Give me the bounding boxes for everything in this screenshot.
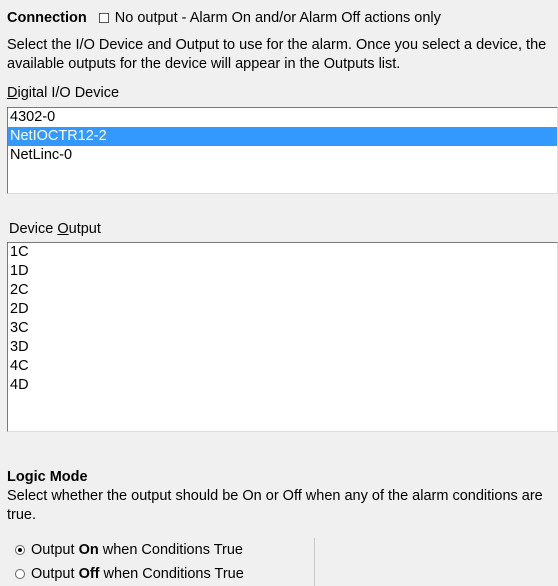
device-list-item[interactable]: NetLinc-0	[8, 146, 557, 165]
output-list-item[interactable]: 2C	[8, 281, 557, 300]
digital-io-device-listbox[interactable]: 4302-0 NetIOCTR12-2 NetLinc-0	[7, 107, 558, 194]
output-list-item[interactable]: 1C	[8, 243, 557, 262]
connection-header-row: Connection No output - Alarm On and/or Al…	[7, 9, 441, 27]
logic-mode-instructions: Select whether the output should be On o…	[7, 488, 543, 523]
device-list-item[interactable]: 4302-0	[8, 108, 557, 127]
output-off-option[interactable]: Output Off when Conditions True	[10, 562, 314, 586]
device-list-item[interactable]: NetIOCTR12-2	[8, 127, 557, 146]
device-output-listbox[interactable]: 1C 1D 2C 2D 3C 3D 4C 4D	[7, 242, 558, 432]
output-list-item[interactable]: 4D	[8, 376, 557, 395]
output-list-item[interactable]: 3C	[8, 319, 557, 338]
no-output-checkbox[interactable]	[98, 13, 109, 23]
device-output-label: Device Output	[9, 221, 101, 237]
connection-heading: Connection	[7, 10, 87, 26]
output-on-option[interactable]: Output On when Conditions True	[10, 538, 314, 562]
no-output-checkbox-label[interactable]: No output - Alarm On and/or Alarm Off ac…	[115, 10, 441, 26]
output-on-radio[interactable]	[15, 545, 25, 555]
output-off-radio[interactable]	[15, 569, 25, 579]
output-list-item[interactable]: 4C	[8, 357, 557, 376]
logic-mode-radio-group: Output On when Conditions True Output Of…	[10, 538, 315, 586]
output-list-item[interactable]: 2D	[8, 300, 557, 319]
logic-mode-heading: Logic Mode	[7, 469, 88, 485]
connection-instructions: Select the I/O Device and Output to use …	[7, 37, 547, 72]
digital-io-device-label: Digital I/O Device	[7, 85, 120, 101]
output-list-item[interactable]: 1D	[8, 262, 557, 281]
output-list-item[interactable]: 3D	[8, 338, 557, 357]
